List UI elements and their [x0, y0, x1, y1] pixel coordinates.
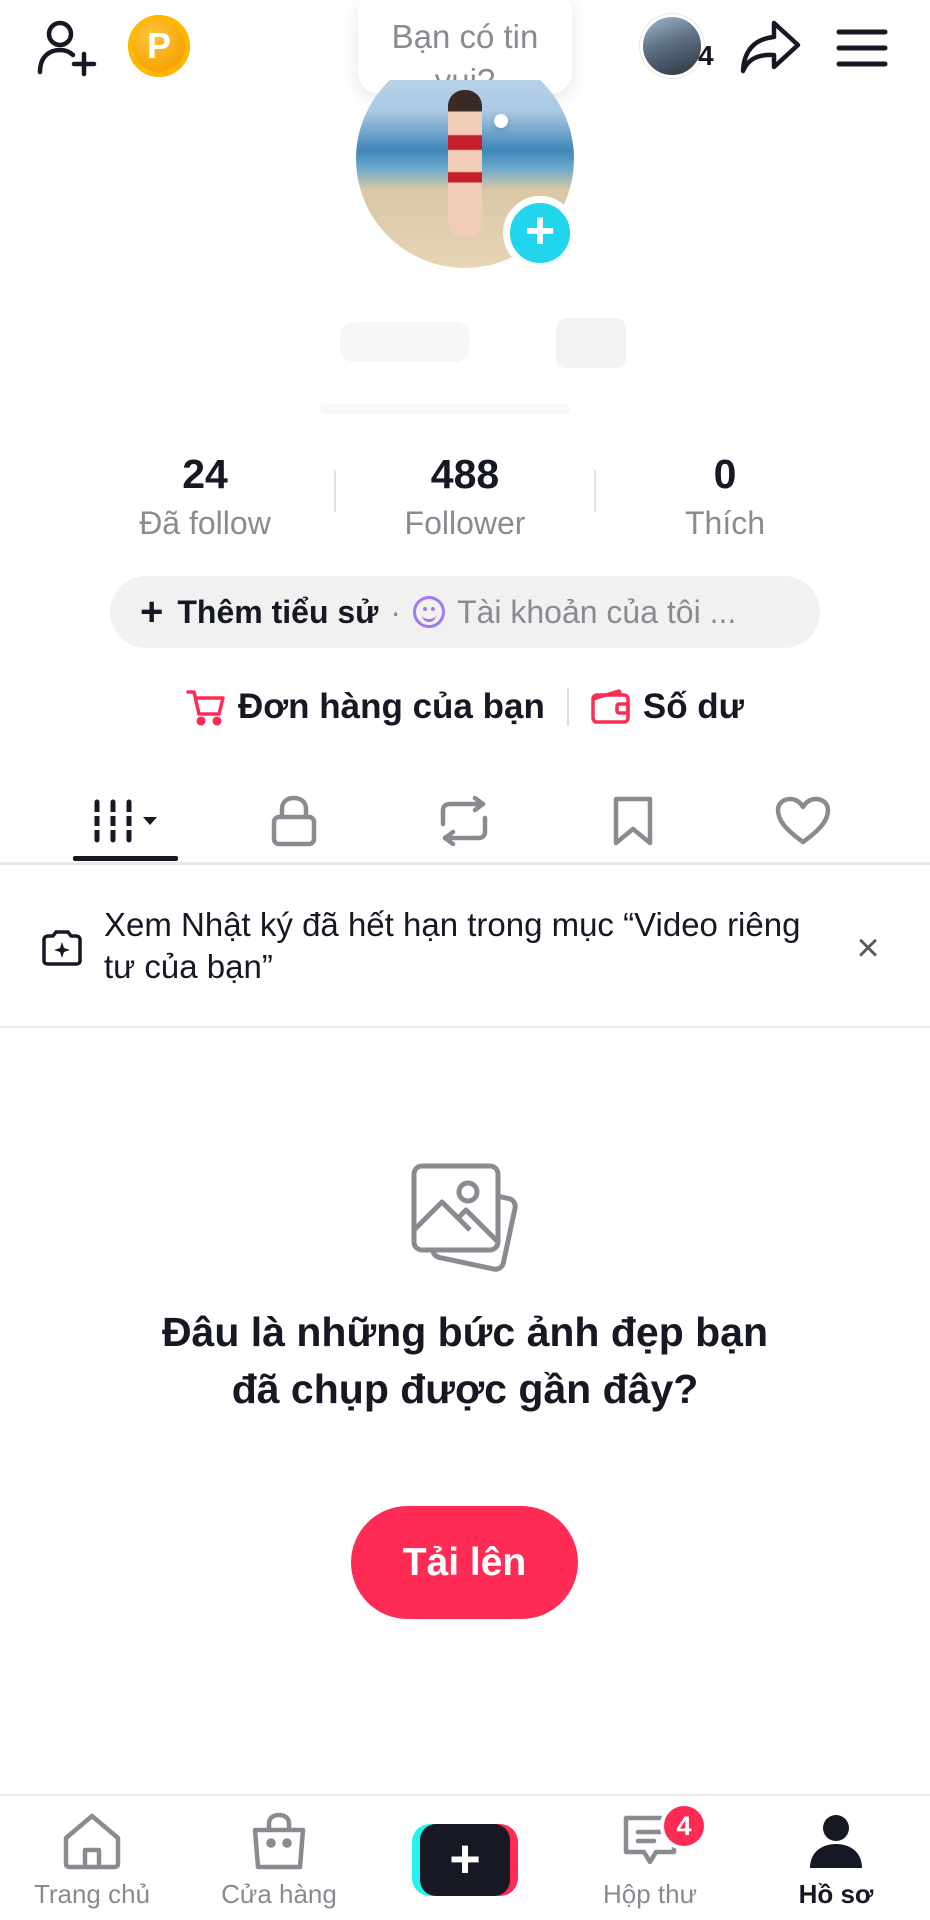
nav-profile[interactable]: Hồ sơ — [746, 1812, 926, 1910]
tab-active-indicator — [73, 856, 178, 861]
balance-label: Số dư — [642, 687, 745, 726]
account-status-label: Tài khoản của tôi ... — [457, 593, 737, 630]
orders-label: Đơn hàng của bạn — [237, 687, 545, 726]
nav-profile-label: Hồ sơ — [798, 1879, 874, 1909]
tab-favorites[interactable] — [548, 780, 718, 862]
bio-pill[interactable]: + Thêm tiểu sử · Tài khoản của tôi ... — [110, 576, 820, 648]
shop-divider — [566, 688, 569, 726]
tab-reposts[interactable] — [379, 780, 549, 862]
cart-icon — [186, 690, 225, 726]
stat-likes-value: 0 — [713, 451, 737, 497]
shop-row: Đơn hàng của bạn Số dư — [0, 680, 930, 734]
blurred-username — [340, 322, 470, 362]
hamburger-menu-icon — [836, 29, 888, 67]
nav-home-label: Trang chủ — [33, 1879, 151, 1909]
tab-videos[interactable] — [40, 780, 210, 862]
shopping-bag-icon — [252, 1812, 306, 1870]
bubble-tail-dot — [494, 114, 508, 128]
nav-shop[interactable]: Cửa hàng — [189, 1812, 369, 1910]
inbox-badge: 4 — [660, 1802, 708, 1850]
share-button[interactable] — [738, 14, 804, 80]
tab-baseline — [0, 862, 930, 865]
balance-link[interactable]: Số dư — [591, 687, 744, 727]
create-button[interactable]: + — [412, 1824, 518, 1896]
repost-icon — [440, 796, 488, 846]
nav-home[interactable]: Trang chủ — [2, 1812, 182, 1910]
bookmark-icon — [613, 796, 653, 846]
stat-following-label: Đã follow — [139, 505, 271, 541]
blurred-badge — [556, 318, 626, 368]
wallet-icon — [591, 689, 630, 724]
stat-likes-label: Thích — [684, 505, 766, 541]
add-bio-label: Thêm tiểu sử — [177, 593, 379, 630]
upload-button[interactable]: Tải lên — [351, 1506, 578, 1619]
notice-text: Xem Nhật ký đã hết hạn trong mục “Video … — [104, 906, 801, 985]
nav-shop-label: Cửa hàng — [221, 1879, 337, 1909]
blurred-handle — [320, 404, 570, 414]
orders-link[interactable]: Đơn hàng của bạn — [186, 687, 545, 727]
home-icon — [63, 1813, 121, 1870]
plus-icon: + — [140, 590, 164, 634]
friends-count: 4 — [698, 40, 714, 71]
stat-followers[interactable]: 488 Follower — [335, 446, 595, 544]
stat-following-value: 24 — [182, 451, 228, 497]
profile-person-icon — [810, 1815, 862, 1868]
add-user-icon — [37, 20, 97, 77]
friends-avatar[interactable] — [640, 14, 704, 78]
bio-separator: · — [390, 593, 401, 630]
add-story-button[interactable]: + — [503, 196, 577, 270]
smiley-icon — [413, 596, 445, 628]
lock-icon — [271, 795, 317, 847]
stat-likes[interactable]: 0 Thích — [595, 446, 855, 544]
empty-state-title: Đâu là những bức ảnh đẹp bạn đã chụp đượ… — [161, 1309, 769, 1412]
close-icon[interactable]: × — [848, 928, 888, 968]
coin-button[interactable]: P — [128, 15, 190, 77]
share-arrow-icon — [740, 20, 801, 74]
nav-inbox[interactable]: Hộp thư — [560, 1812, 740, 1910]
plus-icon: + — [420, 1824, 510, 1896]
stat-following[interactable]: 24 Đã follow — [75, 446, 335, 544]
stat-followers-label: Follower — [404, 505, 526, 541]
nav-inbox-label: Hộp thư — [602, 1879, 697, 1909]
menu-button[interactable] — [834, 20, 890, 76]
sparkle-camera-icon — [40, 928, 84, 968]
tab-private[interactable] — [209, 780, 379, 862]
heart-icon — [775, 796, 831, 845]
coin-icon-letter: P — [146, 25, 171, 66]
stat-followers-value: 488 — [430, 451, 500, 497]
avatar-figure — [448, 90, 482, 238]
add-friend-button[interactable] — [34, 14, 100, 80]
photos-empty-icon — [406, 1158, 522, 1274]
tab-liked[interactable] — [718, 780, 888, 862]
grid-icon — [89, 799, 157, 843]
